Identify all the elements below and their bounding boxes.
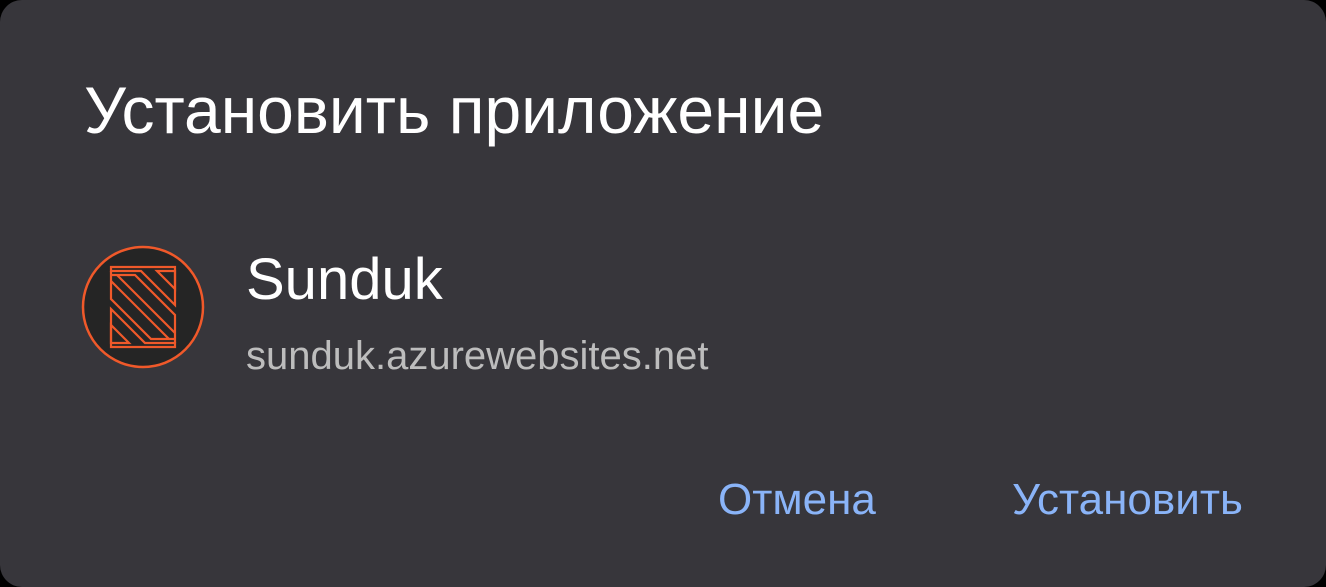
- dialog-title: Установить приложение: [84, 73, 825, 147]
- sunduk-logo-icon: [81, 245, 205, 369]
- install-button[interactable]: Установить: [1006, 468, 1249, 532]
- install-app-dialog: Установить приложение Sunduk sunduk.azur…: [0, 0, 1326, 587]
- cancel-button[interactable]: Отмена: [712, 468, 882, 532]
- app-url: sunduk.azurewebsites.net: [246, 334, 709, 378]
- app-name: Sunduk: [246, 247, 443, 312]
